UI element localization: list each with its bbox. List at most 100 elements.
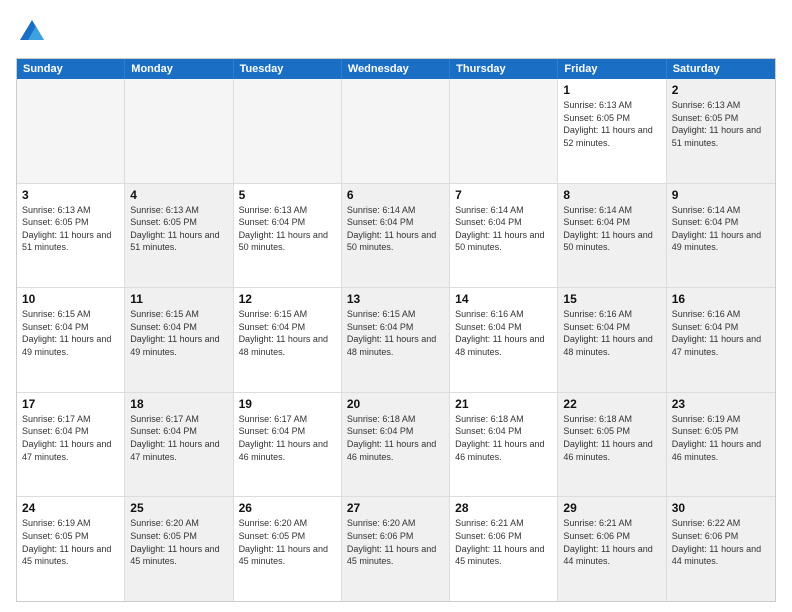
calendar-row: 17 Sunrise: 6:17 AM Sunset: 6:04 PM Dayli… (17, 392, 775, 497)
day-number: 11 (130, 292, 227, 306)
calendar-cell (450, 79, 558, 183)
day-info: Sunrise: 6:20 AM Sunset: 6:06 PM Dayligh… (347, 517, 444, 567)
calendar-cell (17, 79, 125, 183)
calendar-cell: 26 Sunrise: 6:20 AM Sunset: 6:05 PM Dayli… (234, 497, 342, 601)
day-info: Sunrise: 6:15 AM Sunset: 6:04 PM Dayligh… (347, 308, 444, 358)
calendar-cell: 24 Sunrise: 6:19 AM Sunset: 6:05 PM Dayli… (17, 497, 125, 601)
day-number: 13 (347, 292, 444, 306)
weekday-header: Tuesday (234, 59, 342, 79)
day-number: 1 (563, 83, 660, 97)
day-number: 22 (563, 397, 660, 411)
day-info: Sunrise: 6:13 AM Sunset: 6:05 PM Dayligh… (22, 204, 119, 254)
day-info: Sunrise: 6:20 AM Sunset: 6:05 PM Dayligh… (130, 517, 227, 567)
day-number: 26 (239, 501, 336, 515)
calendar-header: SundayMondayTuesdayWednesdayThursdayFrid… (17, 59, 775, 79)
day-number: 20 (347, 397, 444, 411)
day-number: 24 (22, 501, 119, 515)
calendar-cell: 9 Sunrise: 6:14 AM Sunset: 6:04 PM Daylig… (667, 184, 775, 288)
day-info: Sunrise: 6:14 AM Sunset: 6:04 PM Dayligh… (347, 204, 444, 254)
calendar-row: 1 Sunrise: 6:13 AM Sunset: 6:05 PM Daylig… (17, 79, 775, 183)
day-info: Sunrise: 6:18 AM Sunset: 6:04 PM Dayligh… (455, 413, 552, 463)
weekday-header: Wednesday (342, 59, 450, 79)
day-number: 23 (672, 397, 770, 411)
calendar-row: 24 Sunrise: 6:19 AM Sunset: 6:05 PM Dayli… (17, 496, 775, 601)
calendar-cell: 14 Sunrise: 6:16 AM Sunset: 6:04 PM Dayli… (450, 288, 558, 392)
day-info: Sunrise: 6:17 AM Sunset: 6:04 PM Dayligh… (22, 413, 119, 463)
calendar-cell: 1 Sunrise: 6:13 AM Sunset: 6:05 PM Daylig… (558, 79, 666, 183)
day-number: 8 (563, 188, 660, 202)
calendar-cell: 11 Sunrise: 6:15 AM Sunset: 6:04 PM Dayli… (125, 288, 233, 392)
day-number: 15 (563, 292, 660, 306)
calendar-row: 3 Sunrise: 6:13 AM Sunset: 6:05 PM Daylig… (17, 183, 775, 288)
day-info: Sunrise: 6:19 AM Sunset: 6:05 PM Dayligh… (22, 517, 119, 567)
day-info: Sunrise: 6:16 AM Sunset: 6:04 PM Dayligh… (455, 308, 552, 358)
day-number: 12 (239, 292, 336, 306)
day-number: 10 (22, 292, 119, 306)
calendar-cell: 30 Sunrise: 6:22 AM Sunset: 6:06 PM Dayli… (667, 497, 775, 601)
day-number: 18 (130, 397, 227, 411)
logo-icon (16, 16, 48, 48)
day-number: 6 (347, 188, 444, 202)
day-info: Sunrise: 6:17 AM Sunset: 6:04 PM Dayligh… (130, 413, 227, 463)
day-info: Sunrise: 6:21 AM Sunset: 6:06 PM Dayligh… (563, 517, 660, 567)
calendar-cell: 2 Sunrise: 6:13 AM Sunset: 6:05 PM Daylig… (667, 79, 775, 183)
day-info: Sunrise: 6:22 AM Sunset: 6:06 PM Dayligh… (672, 517, 770, 567)
day-info: Sunrise: 6:14 AM Sunset: 6:04 PM Dayligh… (672, 204, 770, 254)
calendar-cell: 4Sunrise: 6:13 AM Sunset: 6:05 PM Daylig… (125, 184, 233, 288)
logo (16, 16, 54, 48)
calendar-cell (342, 79, 450, 183)
calendar-cell: 25Sunrise: 6:20 AM Sunset: 6:05 PM Dayli… (125, 497, 233, 601)
calendar-cell: 6 Sunrise: 6:14 AM Sunset: 6:04 PM Daylig… (342, 184, 450, 288)
calendar-cell: 12 Sunrise: 6:15 AM Sunset: 6:04 PM Dayli… (234, 288, 342, 392)
day-number: 21 (455, 397, 552, 411)
weekday-header: Thursday (450, 59, 558, 79)
calendar-cell: 16 Sunrise: 6:16 AM Sunset: 6:04 PM Dayli… (667, 288, 775, 392)
calendar-cell: 7 Sunrise: 6:14 AM Sunset: 6:04 PM Daylig… (450, 184, 558, 288)
day-info: Sunrise: 6:18 AM Sunset: 6:04 PM Dayligh… (347, 413, 444, 463)
day-info: Sunrise: 6:21 AM Sunset: 6:06 PM Dayligh… (455, 517, 552, 567)
day-number: 3 (22, 188, 119, 202)
day-number: 17 (22, 397, 119, 411)
calendar-cell: 10 Sunrise: 6:15 AM Sunset: 6:04 PM Dayli… (17, 288, 125, 392)
day-info: Sunrise: 6:13 AM Sunset: 6:04 PM Dayligh… (239, 204, 336, 254)
calendar: SundayMondayTuesdayWednesdayThursdayFrid… (16, 58, 776, 602)
calendar-body: 1 Sunrise: 6:13 AM Sunset: 6:05 PM Daylig… (17, 79, 775, 601)
day-info: Sunrise: 6:19 AM Sunset: 6:05 PM Dayligh… (672, 413, 770, 463)
weekday-header: Saturday (667, 59, 775, 79)
weekday-header: Sunday (17, 59, 125, 79)
day-number: 2 (672, 83, 770, 97)
day-number: 16 (672, 292, 770, 306)
day-info: Sunrise: 6:13 AM Sunset: 6:05 PM Dayligh… (672, 99, 770, 149)
day-info: Sunrise: 6:15 AM Sunset: 6:04 PM Dayligh… (22, 308, 119, 358)
day-number: 30 (672, 501, 770, 515)
day-info: Sunrise: 6:18 AM Sunset: 6:05 PM Dayligh… (563, 413, 660, 463)
calendar-cell: 13 Sunrise: 6:15 AM Sunset: 6:04 PM Dayli… (342, 288, 450, 392)
calendar-cell: 22 Sunrise: 6:18 AM Sunset: 6:05 PM Dayli… (558, 393, 666, 497)
calendar-cell: 8Sunrise: 6:14 AM Sunset: 6:04 PM Daylig… (558, 184, 666, 288)
day-number: 29 (563, 501, 660, 515)
header (16, 16, 776, 48)
calendar-cell (234, 79, 342, 183)
day-info: Sunrise: 6:13 AM Sunset: 6:05 PM Dayligh… (563, 99, 660, 149)
calendar-row: 10 Sunrise: 6:15 AM Sunset: 6:04 PM Dayli… (17, 287, 775, 392)
day-number: 28 (455, 501, 552, 515)
day-info: Sunrise: 6:15 AM Sunset: 6:04 PM Dayligh… (239, 308, 336, 358)
day-number: 7 (455, 188, 552, 202)
day-number: 14 (455, 292, 552, 306)
calendar-cell: 27Sunrise: 6:20 AM Sunset: 6:06 PM Dayli… (342, 497, 450, 601)
day-info: Sunrise: 6:20 AM Sunset: 6:05 PM Dayligh… (239, 517, 336, 567)
calendar-cell: 29 Sunrise: 6:21 AM Sunset: 6:06 PM Dayli… (558, 497, 666, 601)
calendar-cell: 19Sunrise: 6:17 AM Sunset: 6:04 PM Dayli… (234, 393, 342, 497)
day-info: Sunrise: 6:14 AM Sunset: 6:04 PM Dayligh… (455, 204, 552, 254)
calendar-cell: 21 Sunrise: 6:18 AM Sunset: 6:04 PM Dayli… (450, 393, 558, 497)
calendar-cell: 3 Sunrise: 6:13 AM Sunset: 6:05 PM Daylig… (17, 184, 125, 288)
calendar-cell: 28 Sunrise: 6:21 AM Sunset: 6:06 PM Dayli… (450, 497, 558, 601)
day-info: Sunrise: 6:15 AM Sunset: 6:04 PM Dayligh… (130, 308, 227, 358)
day-number: 9 (672, 188, 770, 202)
calendar-cell: 15 Sunrise: 6:16 AM Sunset: 6:04 PM Dayli… (558, 288, 666, 392)
calendar-cell (125, 79, 233, 183)
calendar-cell: 5Sunrise: 6:13 AM Sunset: 6:04 PM Daylig… (234, 184, 342, 288)
day-info: Sunrise: 6:16 AM Sunset: 6:04 PM Dayligh… (672, 308, 770, 358)
day-info: Sunrise: 6:16 AM Sunset: 6:04 PM Dayligh… (563, 308, 660, 358)
page: SundayMondayTuesdayWednesdayThursdayFrid… (0, 0, 792, 612)
